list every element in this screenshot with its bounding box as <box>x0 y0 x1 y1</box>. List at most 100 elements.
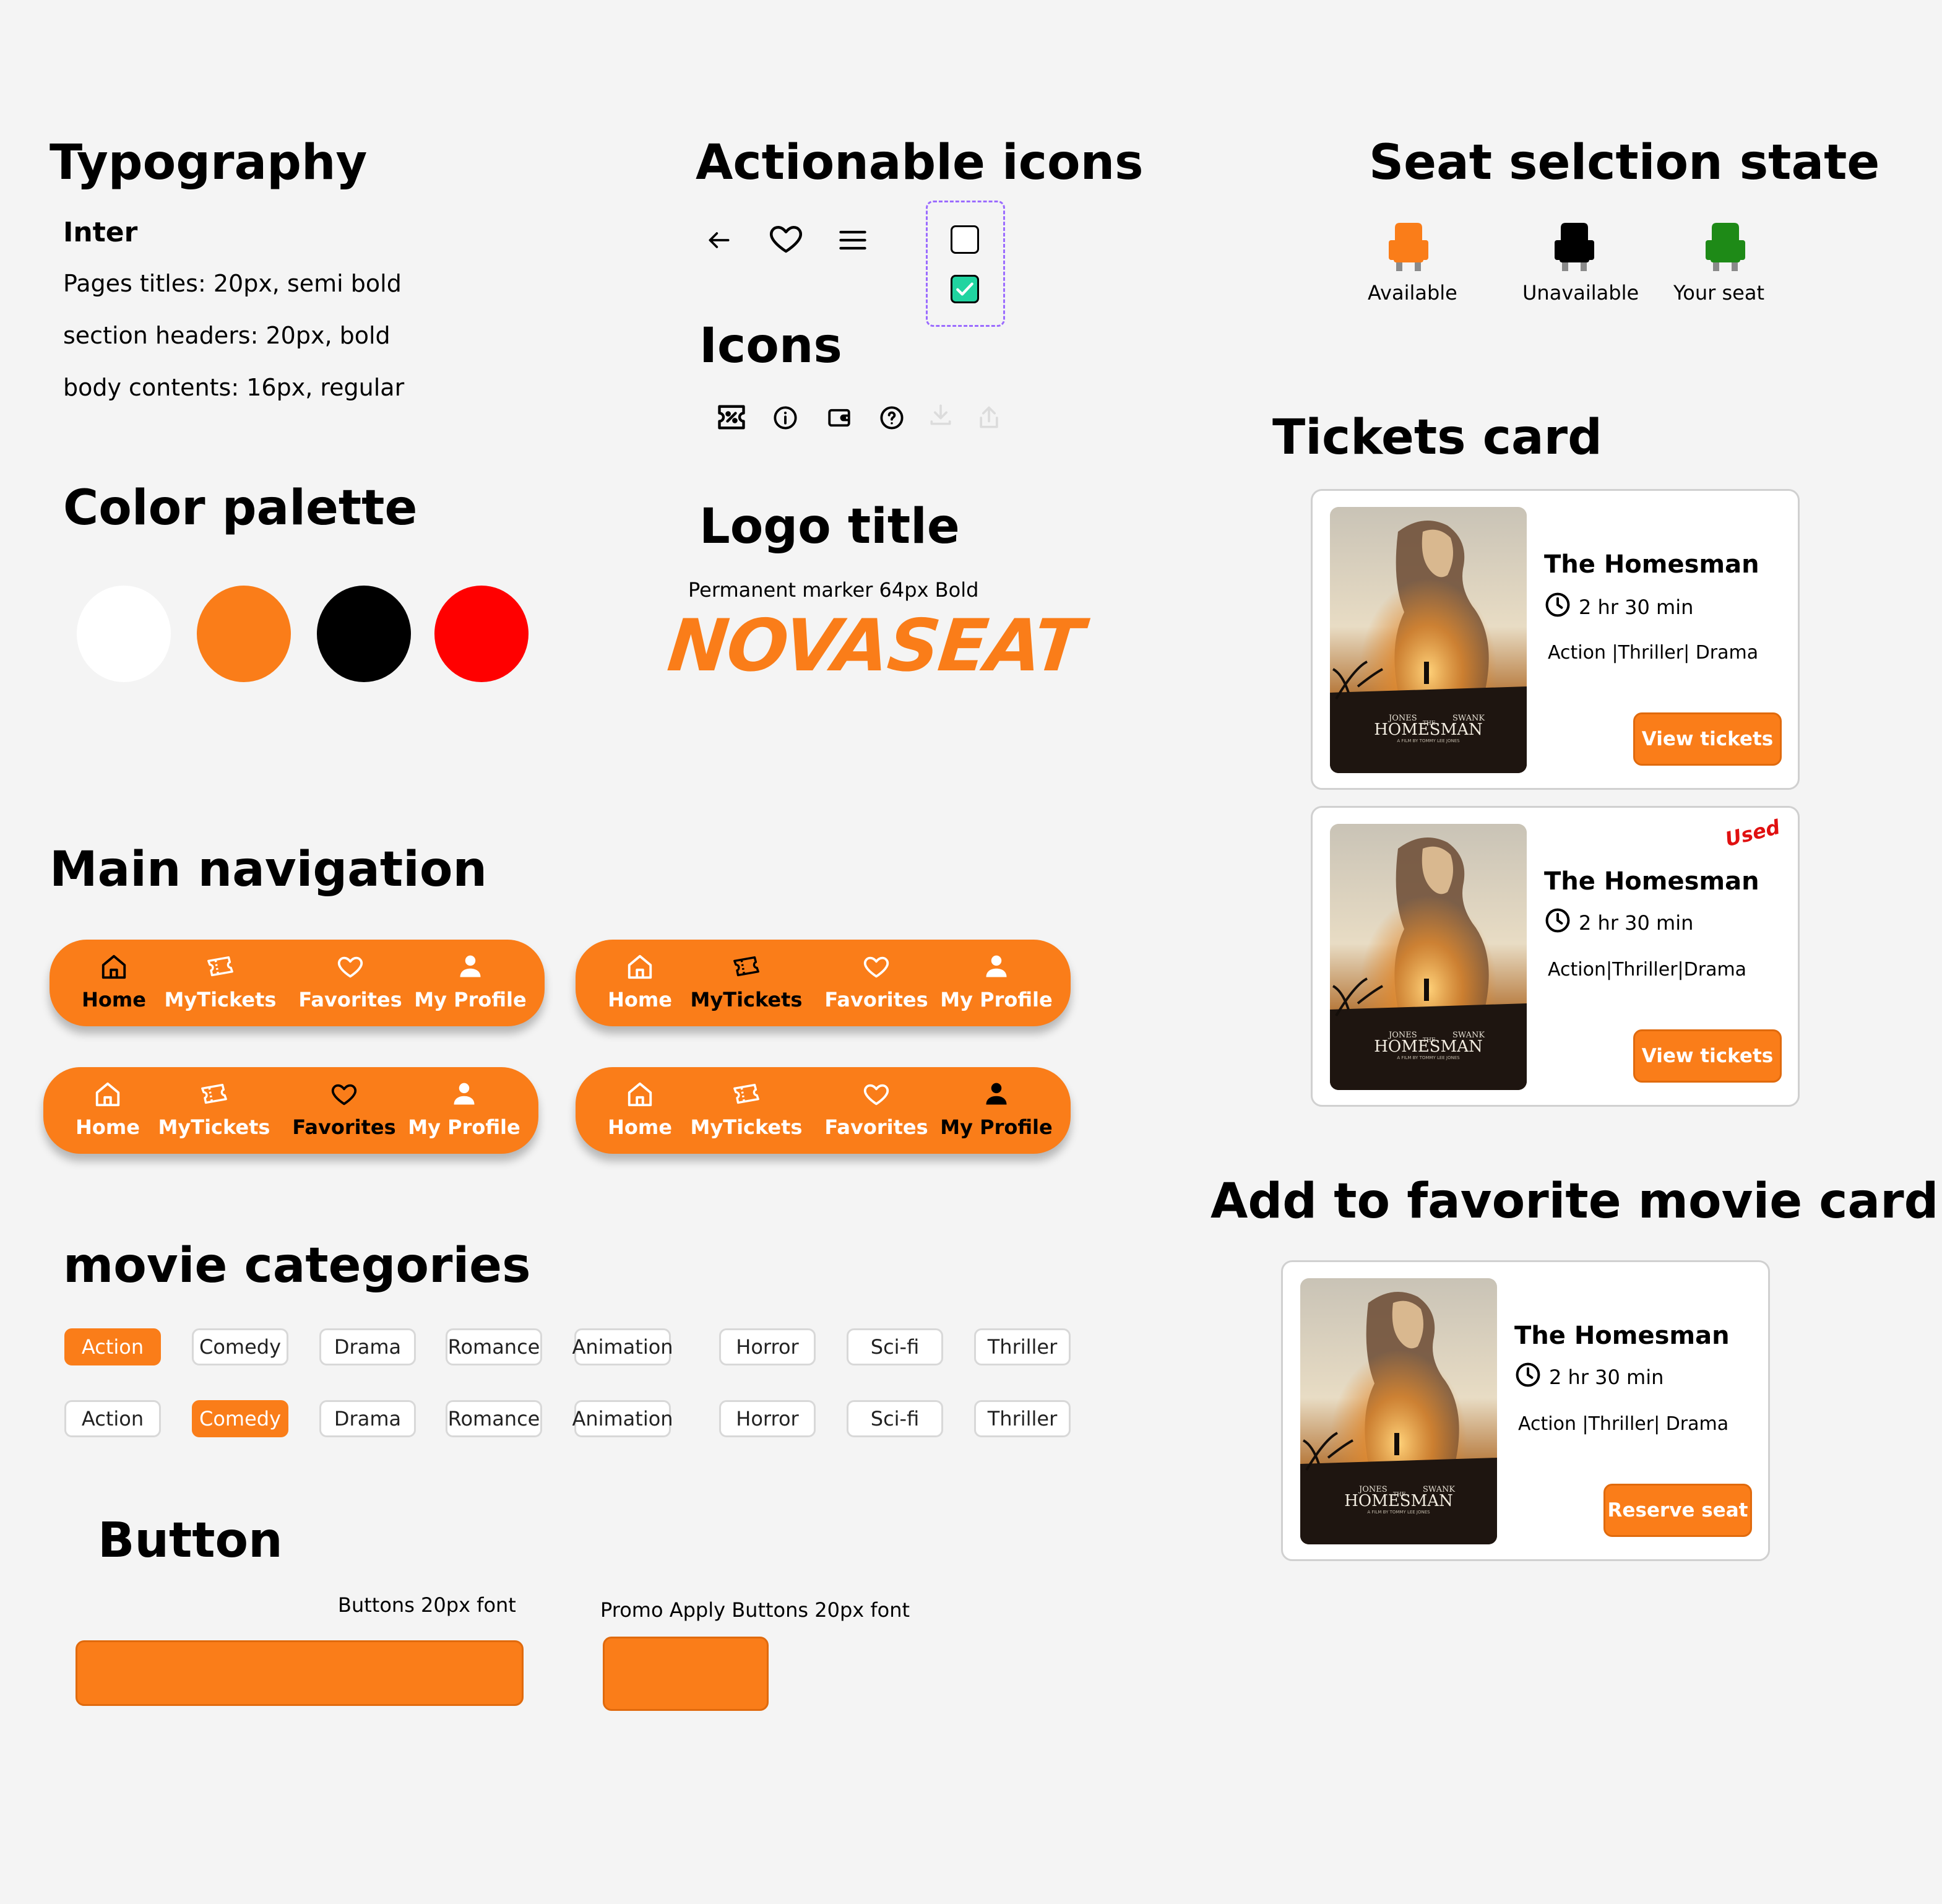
category-chip-romance[interactable]: Romance <box>446 1328 542 1365</box>
typography-line-2: section headers: 20px, bold <box>63 322 391 349</box>
seat-unavailable-icon <box>1552 223 1597 275</box>
svg-text:A FILM BY TOMMY LEE JONES: A FILM BY TOMMY LEE JONES <box>1367 1510 1430 1515</box>
nav-item-home[interactable]: Home <box>46 1078 170 1139</box>
main-navigation-bar: Home MyTickets Favorites My Profile <box>43 1067 538 1154</box>
promo-apply-button[interactable] <box>603 1637 769 1711</box>
nav-label: MyTickets <box>158 1115 270 1139</box>
view-tickets-button[interactable]: View tickets <box>1633 712 1782 766</box>
promo-button-caption: Promo Apply Buttons 20px font <box>600 1598 910 1622</box>
clock-icon <box>1544 907 1579 939</box>
ticket-card-2: JONES SWANK THE HOMESMAN A FILM BY TOMMY LEE… <box>1311 806 1800 1107</box>
view-tickets-button[interactable]: View tickets <box>1633 1029 1782 1083</box>
logo-title-heading: Logo title <box>699 499 960 555</box>
category-chip-sci-fi[interactable]: Sci-fi <box>847 1328 943 1365</box>
nav-item-my-profile[interactable]: My Profile <box>934 1078 1058 1139</box>
nav-item-favorites[interactable]: Favorites <box>288 951 412 1011</box>
heart-icon <box>288 951 412 983</box>
nav-label: Favorites <box>824 1115 928 1139</box>
nav-label: Home <box>608 988 672 1011</box>
heart-icon <box>814 951 938 983</box>
seat-unavailable-label: Unavailable <box>1522 281 1639 305</box>
nav-label: Favorites <box>298 988 402 1011</box>
nav-item-mytickets[interactable]: MyTickets <box>158 951 282 1011</box>
nav-label: MyTickets <box>690 988 803 1011</box>
swatch-red <box>434 586 529 682</box>
actionable-icons-heading: Actionable icons <box>696 135 1144 191</box>
category-chip-romance[interactable]: Romance <box>446 1400 542 1437</box>
category-chip-animation[interactable]: Animation <box>572 1400 673 1437</box>
movie-duration: 2 hr 30 min <box>1544 907 1693 939</box>
used-badge: Used <box>1723 815 1783 852</box>
category-chip-drama[interactable]: Drama <box>319 1328 416 1365</box>
movie-title: The Homesman <box>1514 1322 1730 1350</box>
seat-yours-label: Your seat <box>1673 281 1764 305</box>
seat-yours-icon <box>1703 223 1748 275</box>
swatch-orange <box>197 586 291 682</box>
reserve-seat-button[interactable]: Reserve seat <box>1603 1484 1752 1537</box>
nav-item-favorites[interactable]: Favorites <box>814 1078 938 1139</box>
discount-ticket-icon <box>715 401 748 433</box>
button-heading: Button <box>98 1513 283 1569</box>
category-chip-horror[interactable]: Horror <box>719 1328 816 1365</box>
arrow-left-icon[interactable] <box>706 227 733 254</box>
nav-item-favorites[interactable]: Favorites <box>814 951 938 1011</box>
svg-text:HOMESMAN: HOMESMAN <box>1374 1037 1483 1056</box>
duration-text: 2 hr 30 min <box>1549 1365 1664 1389</box>
nav-label: MyTickets <box>690 1115 803 1139</box>
font-name: Inter <box>63 217 138 248</box>
checkbox-checked-icon[interactable] <box>951 275 979 303</box>
movie-genres: Action |Thriller| Drama <box>1548 642 1759 664</box>
category-chip-action[interactable]: Action <box>64 1328 161 1365</box>
seat-available-label: Available <box>1368 281 1457 305</box>
profile-icon <box>402 1078 526 1110</box>
heart-icon <box>282 1078 406 1110</box>
menu-icon[interactable] <box>837 224 869 256</box>
category-chip-sci-fi[interactable]: Sci-fi <box>847 1400 943 1437</box>
checkbox-group <box>926 201 1005 327</box>
ticket-icon <box>152 1078 276 1110</box>
nav-label: Favorites <box>292 1115 396 1139</box>
seat-available-icon <box>1386 223 1431 275</box>
favorite-card-heading: Add to favorite movie card <box>1211 1174 1939 1229</box>
nav-item-my-profile[interactable]: My Profile <box>402 1078 526 1139</box>
nav-item-home[interactable]: Home <box>578 951 702 1011</box>
nav-item-home[interactable]: Home <box>578 1078 702 1139</box>
favorite-movie-card: JONES SWANK THE HOMESMAN A FILM BY TOMMY LEE… <box>1281 1260 1770 1561</box>
nav-label: My Profile <box>940 988 1053 1011</box>
category-chip-comedy[interactable]: Comedy <box>192 1400 288 1437</box>
primary-button[interactable] <box>76 1640 524 1706</box>
svg-text:HOMESMAN: HOMESMAN <box>1374 720 1483 739</box>
heart-icon[interactable] <box>767 220 805 257</box>
nav-label: MyTickets <box>164 988 277 1011</box>
movie-duration: 2 hr 30 min <box>1514 1361 1664 1393</box>
nav-item-favorites[interactable]: Favorites <box>282 1078 406 1139</box>
nav-item-mytickets[interactable]: MyTickets <box>152 1078 276 1139</box>
category-chip-action[interactable]: Action <box>64 1400 161 1437</box>
home-icon <box>46 1078 170 1110</box>
category-chip-drama[interactable]: Drama <box>319 1400 416 1437</box>
clock-icon <box>1544 591 1579 623</box>
checkbox-unchecked-icon[interactable] <box>951 225 979 254</box>
info-icon <box>772 405 798 431</box>
category-chip-horror[interactable]: Horror <box>719 1400 816 1437</box>
movie-title: The Homesman <box>1544 867 1759 896</box>
share-icon <box>975 404 1003 432</box>
nav-item-mytickets[interactable]: MyTickets <box>684 1078 808 1139</box>
svg-text:A FILM BY TOMMY LEE JONES: A FILM BY TOMMY LEE JONES <box>1397 1055 1460 1060</box>
category-chip-thriller[interactable]: Thriller <box>974 1400 1071 1437</box>
main-navigation-bar: Home MyTickets Favorites My Profile <box>576 940 1071 1026</box>
main-navigation-heading: Main navigation <box>50 842 488 898</box>
icons-heading: Icons <box>699 318 842 374</box>
category-chip-thriller[interactable]: Thriller <box>974 1328 1071 1365</box>
nav-item-my-profile[interactable]: My Profile <box>934 951 1058 1011</box>
heart-icon <box>814 1078 938 1110</box>
movie-genres: Action |Thriller| Drama <box>1518 1413 1729 1435</box>
category-chip-animation[interactable]: Animation <box>572 1328 673 1365</box>
wallet-icon <box>826 405 853 431</box>
nav-item-mytickets[interactable]: MyTickets <box>684 951 808 1011</box>
logo-novaseat: NOVASEAT <box>663 604 1086 688</box>
nav-item-home[interactable]: Home <box>52 951 176 1011</box>
nav-item-my-profile[interactable]: My Profile <box>408 951 532 1011</box>
category-chip-comedy[interactable]: Comedy <box>192 1328 288 1365</box>
home-icon <box>52 951 176 983</box>
